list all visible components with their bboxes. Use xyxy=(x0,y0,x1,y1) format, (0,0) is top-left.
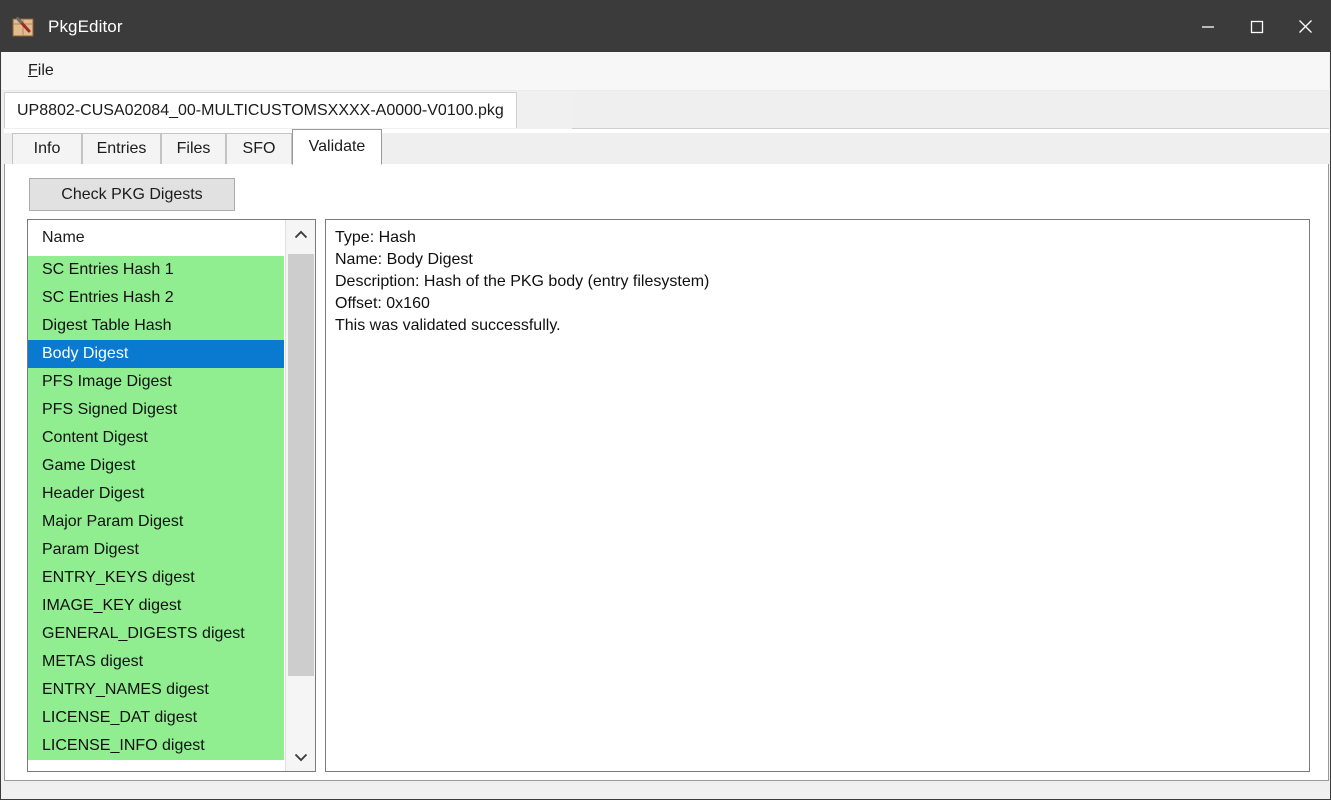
minimize-button[interactable] xyxy=(1183,1,1232,52)
list-column-header-name: Name xyxy=(28,220,286,256)
list-item[interactable]: PFS Signed Digest xyxy=(28,396,284,424)
list-item[interactable]: Header Digest xyxy=(28,480,284,508)
menu-file-accel: F xyxy=(28,62,38,79)
digest-list[interactable]: Name SC Entries Hash 1 SC Entries Hash 2D… xyxy=(27,219,316,772)
list-item[interactable]: Param Digest xyxy=(28,536,284,564)
tab-validate[interactable]: Validate xyxy=(292,129,382,165)
list-item[interactable]: LICENSE_INFO digest xyxy=(28,732,284,760)
list-item[interactable]: Content Digest xyxy=(28,424,284,452)
tab-files-label: Files xyxy=(176,140,211,157)
list-item[interactable]: ENTRY_KEYS digest xyxy=(28,564,284,592)
tab-info-label: Info xyxy=(33,140,61,157)
list-item[interactable]: Game Digest xyxy=(28,452,284,480)
scrollbar-thumb[interactable] xyxy=(288,254,314,676)
menu-bar: File xyxy=(2,52,1329,91)
list-item[interactable]: SC Entries Hash 1 xyxy=(28,256,284,284)
file-tab-pkg[interactable]: UP8802-CUSA02084_00-MULTICUSTOMSXXXX-A00… xyxy=(4,92,517,128)
window-title: PkgEditor xyxy=(48,16,123,36)
title-bar: PkgEditor xyxy=(1,1,1330,52)
list-item[interactable]: ENTRY_NAMES digest xyxy=(28,676,284,704)
list-item[interactable]: Major Param Digest xyxy=(28,508,284,536)
list-item[interactable]: Digest Table Hash xyxy=(28,312,284,340)
maximize-button[interactable] xyxy=(1232,1,1281,52)
tab-sfo[interactable]: SFO xyxy=(226,133,292,165)
tab-files[interactable]: Files xyxy=(161,133,226,165)
list-item[interactable]: Body Digest xyxy=(28,340,284,368)
scroll-up-icon[interactable] xyxy=(286,220,315,249)
menu-item-file[interactable]: File xyxy=(19,59,63,83)
detail-line: Type: Hash xyxy=(335,229,416,246)
close-button[interactable] xyxy=(1281,1,1330,52)
application-window: PkgEditor File UP8802-CUSA02084_00-MULTI… xyxy=(0,0,1331,800)
list-item[interactable]: METAS digest xyxy=(28,648,284,676)
scroll-down-icon[interactable] xyxy=(286,742,315,771)
digest-list-scrollbar[interactable] xyxy=(285,220,315,771)
list-item[interactable]: IMAGE_KEY digest xyxy=(28,592,284,620)
detail-line: Offset: 0x160 xyxy=(335,295,430,312)
tab-sfo-label: SFO xyxy=(242,140,276,157)
tab-entries-label: Entries xyxy=(96,140,147,157)
file-tab-strip-filler xyxy=(572,92,1329,129)
check-pkg-digests-button[interactable]: Check PKG Digests xyxy=(29,178,235,211)
digest-detail-panel[interactable]: Type: Hash Name: Body Digest Description: … xyxy=(325,219,1310,772)
package-hammer-icon xyxy=(11,15,35,39)
list-item[interactable]: SC Entries Hash 2 xyxy=(28,284,284,312)
tab-entries[interactable]: Entries xyxy=(82,133,161,165)
list-item[interactable]: GENERAL_DIGESTS digest xyxy=(28,620,284,648)
detail-line: Description: Hash of the PKG body (entry… xyxy=(335,273,710,290)
list-item[interactable]: PFS Image Digest xyxy=(28,368,284,396)
menu-file-rest: ile xyxy=(37,62,54,79)
file-tab-strip: UP8802-CUSA02084_00-MULTICUSTOMSXXXX-A00… xyxy=(4,92,1329,130)
tab-validate-label: Validate xyxy=(308,138,366,155)
window-controls xyxy=(1183,1,1330,52)
validate-tab-panel: Check PKG Digests Name SC Entries Hash 1… xyxy=(4,164,1329,781)
detail-line: Name: Body Digest xyxy=(335,251,473,268)
detail-line: This was validated successfully. xyxy=(335,317,561,334)
inner-tab-strip: Info Entries Files SFO Validate xyxy=(4,129,1329,165)
tab-info[interactable]: Info xyxy=(12,133,82,165)
list-item[interactable]: LICENSE_DAT digest xyxy=(28,704,284,732)
file-tab-label: UP8802-CUSA02084_00-MULTICUSTOMSXXXX-A00… xyxy=(17,101,504,119)
digest-list-items: SC Entries Hash 1 SC Entries Hash 2 Digest… xyxy=(28,256,284,771)
